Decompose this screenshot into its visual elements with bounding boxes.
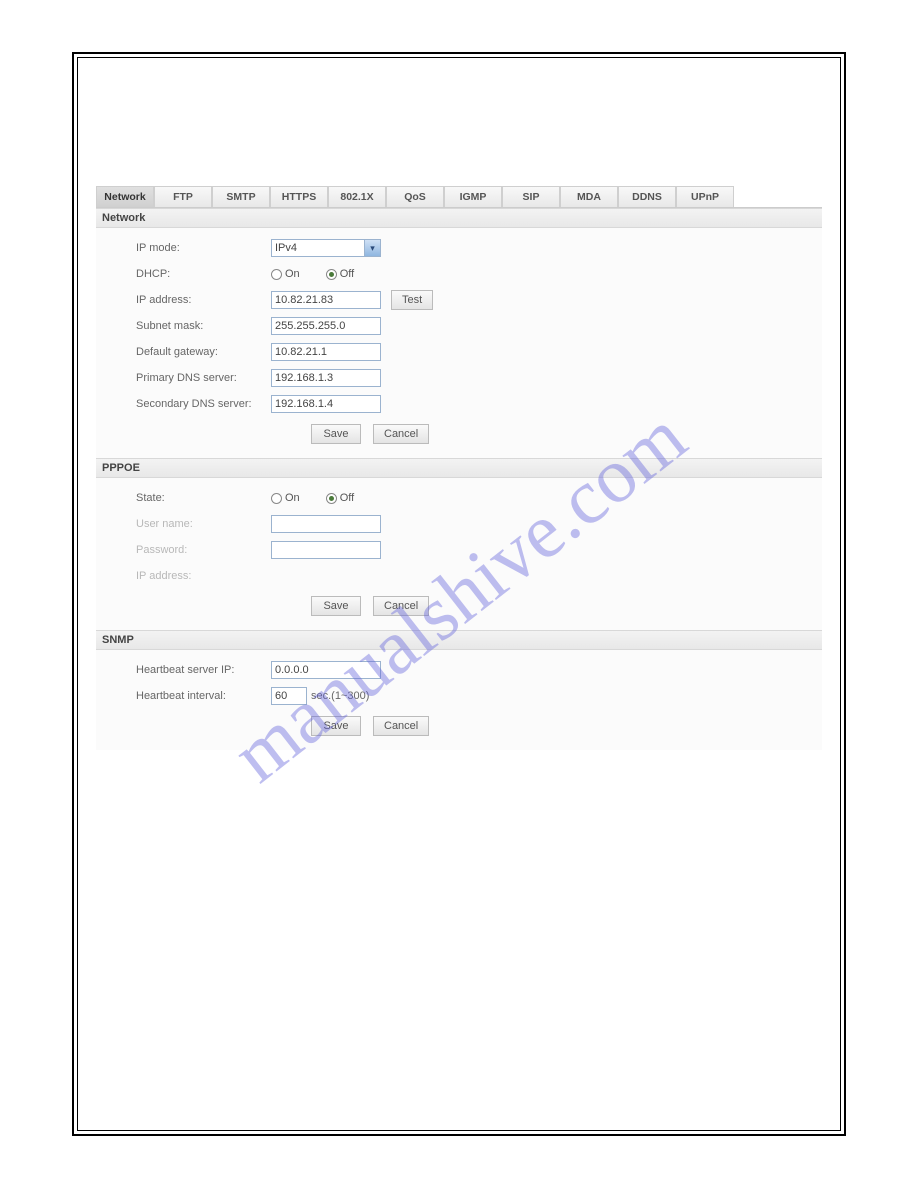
chevron-down-icon: ▾ — [364, 240, 380, 256]
section-header-pppoe: PPPOE — [96, 458, 822, 478]
tab-sip[interactable]: SIP — [502, 186, 560, 207]
tab-network[interactable]: Network — [96, 186, 154, 207]
dhcp-on-label: On — [285, 268, 300, 280]
network-save-button[interactable]: Save — [311, 424, 361, 444]
radio-icon — [271, 269, 282, 280]
heartbeat-interval-suffix: sec.(1~300) — [311, 690, 369, 702]
heartbeat-interval-label: Heartbeat interval: — [136, 690, 271, 702]
section-header-network: Network — [96, 208, 822, 228]
heartbeat-ip-input[interactable] — [271, 661, 381, 679]
snmp-cancel-button[interactable]: Cancel — [373, 716, 429, 736]
secondary-dns-label: Secondary DNS server: — [136, 398, 271, 410]
pppoe-on-label: On — [285, 492, 300, 504]
gateway-label: Default gateway: — [136, 346, 271, 358]
snmp-save-button[interactable]: Save — [311, 716, 361, 736]
ip-address-input[interactable] — [271, 291, 381, 309]
ip-address-label: IP address: — [136, 294, 271, 306]
dhcp-off-radio[interactable]: Off — [326, 268, 354, 280]
section-header-snmp: SNMP — [96, 630, 822, 650]
pppoe-state-label: State: — [136, 492, 271, 504]
heartbeat-interval-input[interactable] — [271, 687, 307, 705]
primary-dns-input[interactable] — [271, 369, 381, 387]
radio-icon — [271, 493, 282, 504]
primary-dns-label: Primary DNS server: — [136, 372, 271, 384]
pppoe-password-input[interactable] — [271, 541, 381, 559]
tab-8021x[interactable]: 802.1X — [328, 186, 386, 207]
pppoe-ip-label: IP address: — [136, 570, 271, 582]
radio-icon — [326, 493, 337, 504]
tab-upnp[interactable]: UPnP — [676, 186, 734, 207]
dhcp-on-radio[interactable]: On — [271, 268, 300, 280]
gateway-input[interactable] — [271, 343, 381, 361]
tab-ftp[interactable]: FTP — [154, 186, 212, 207]
pppoe-username-input[interactable] — [271, 515, 381, 533]
ip-mode-value: IPv4 — [275, 242, 297, 254]
tab-bar: Network FTP SMTP HTTPS 802.1X QoS IGMP S… — [96, 186, 822, 208]
secondary-dns-input[interactable] — [271, 395, 381, 413]
pppoe-password-label: Password: — [136, 544, 271, 556]
radio-icon — [326, 269, 337, 280]
ip-mode-select[interactable]: IPv4 ▾ — [271, 239, 381, 257]
pppoe-username-label: User name: — [136, 518, 271, 530]
pppoe-save-button[interactable]: Save — [311, 596, 361, 616]
tab-https[interactable]: HTTPS — [270, 186, 328, 207]
subnet-input[interactable] — [271, 317, 381, 335]
tab-mda[interactable]: MDA — [560, 186, 618, 207]
heartbeat-ip-label: Heartbeat server IP: — [136, 664, 271, 676]
dhcp-label: DHCP: — [136, 268, 271, 280]
tab-qos[interactable]: QoS — [386, 186, 444, 207]
dhcp-off-label: Off — [340, 268, 354, 280]
test-button[interactable]: Test — [391, 290, 433, 310]
section-body-snmp: Heartbeat server IP: Heartbeat interval:… — [96, 650, 822, 750]
ip-mode-label: IP mode: — [136, 242, 271, 254]
network-cancel-button[interactable]: Cancel — [373, 424, 429, 444]
subnet-label: Subnet mask: — [136, 320, 271, 332]
pppoe-on-radio[interactable]: On — [271, 492, 300, 504]
section-body-network: IP mode: IPv4 ▾ DHCP: On Off — [96, 228, 822, 458]
tab-ddns[interactable]: DDNS — [618, 186, 676, 207]
tab-smtp[interactable]: SMTP — [212, 186, 270, 207]
pppoe-off-radio[interactable]: Off — [326, 492, 354, 504]
pppoe-cancel-button[interactable]: Cancel — [373, 596, 429, 616]
tab-igmp[interactable]: IGMP — [444, 186, 502, 207]
section-body-pppoe: State: On Off User name: Password — [96, 478, 822, 630]
pppoe-off-label: Off — [340, 492, 354, 504]
